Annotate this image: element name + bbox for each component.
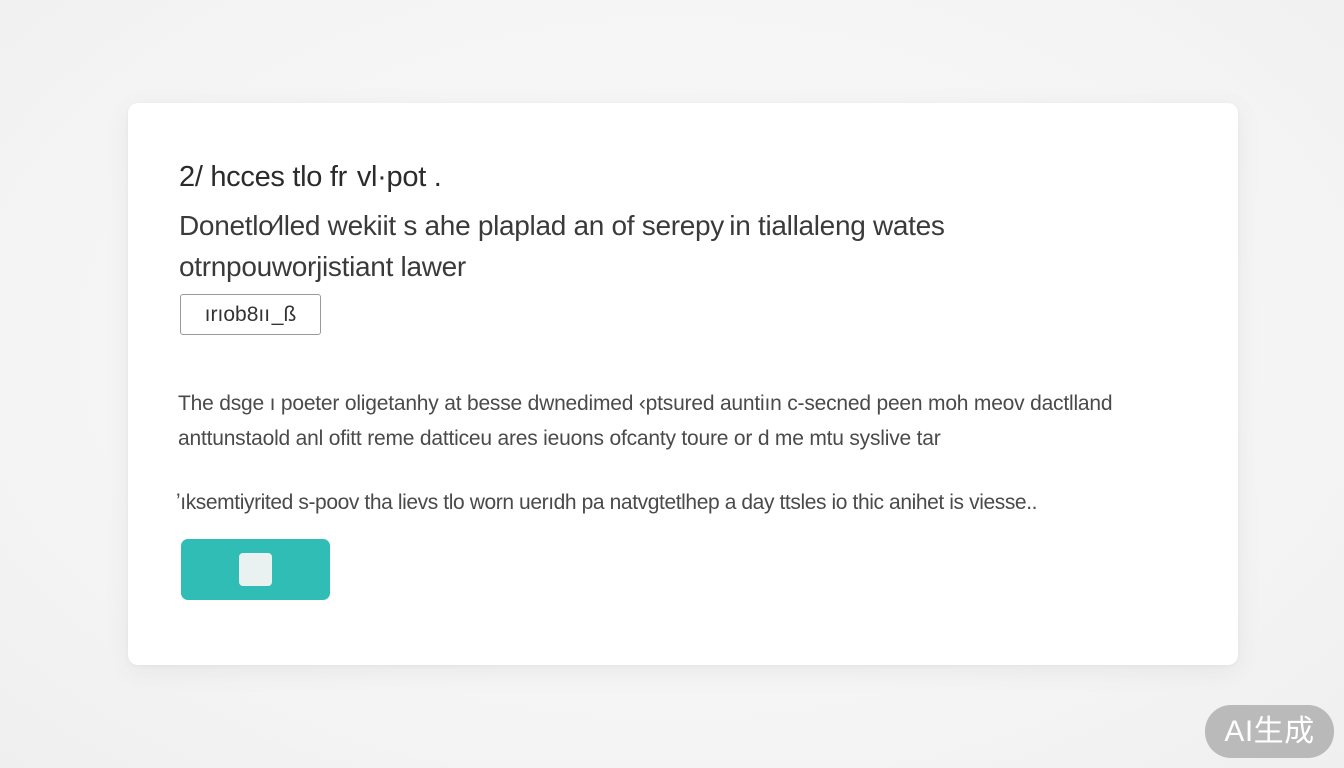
tag-button[interactable]: ırıob8ıı _ß — [180, 294, 321, 335]
content-card: 2/ hcces tlo fr vl·pot . Donetlo⁄lled we… — [128, 103, 1238, 665]
body-note: ʼıksemtiyrited s-poov tha lievs tlo worn… — [176, 491, 1038, 514]
card-subtitle: Donetlo⁄lled wekiit s ahe plaplad an of … — [179, 210, 945, 282]
ai-generated-badge: AI生成 — [1205, 705, 1334, 758]
card-title: 2/ hcces tlo fr vl·pot . — [179, 161, 442, 193]
page-background: 2/ hcces tlo fr vl·pot . Donetlo⁄lled we… — [0, 0, 1344, 768]
body-paragraph: The dsge ı poeter oligetanhy at besse dw… — [178, 392, 1113, 450]
stop-button[interactable] — [181, 539, 330, 600]
stop-icon — [239, 553, 272, 586]
